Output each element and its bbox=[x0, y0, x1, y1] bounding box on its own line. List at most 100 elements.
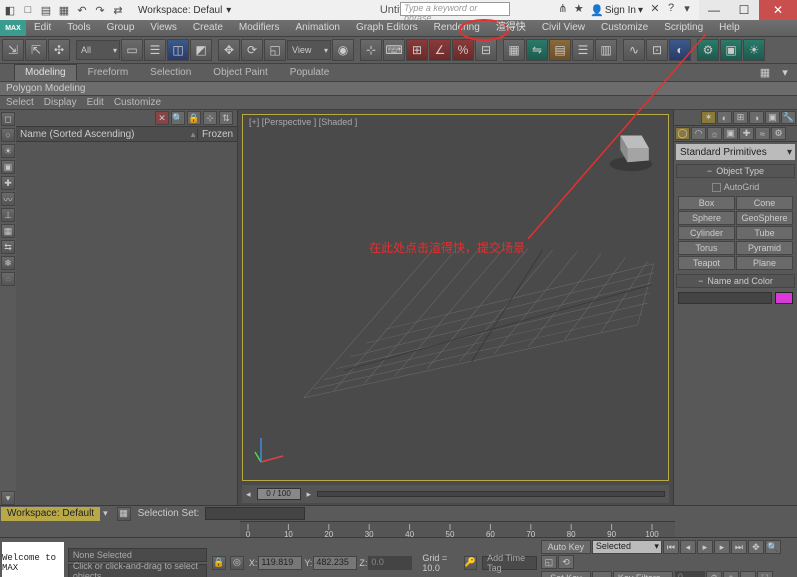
nav-max-icon[interactable]: ⛶ bbox=[757, 571, 773, 577]
ref-coord-dropdown[interactable]: View bbox=[287, 40, 331, 60]
ribbon-tab-selection[interactable]: Selection bbox=[139, 64, 202, 81]
filter-collapse-icon[interactable]: ▾ bbox=[1, 491, 15, 505]
menu-help[interactable]: Help bbox=[711, 20, 748, 36]
render-icon[interactable]: ☀ bbox=[743, 39, 765, 61]
layers-icon[interactable]: ☰ bbox=[572, 39, 594, 61]
menu-modifiers[interactable]: Modifiers bbox=[231, 20, 288, 36]
ribbon-tab-modeling[interactable]: Modeling bbox=[14, 64, 77, 81]
ribbon-tab-freeform[interactable]: Freeform bbox=[77, 64, 140, 81]
menu-animation[interactable]: Animation bbox=[287, 20, 347, 36]
primitive-box[interactable]: Box bbox=[678, 196, 735, 210]
time-readout[interactable]: 0 / 100 bbox=[257, 488, 301, 500]
filter-space-icon[interactable]: 〰 bbox=[1, 192, 15, 206]
primitive-geosphere[interactable]: GeoSphere bbox=[736, 211, 793, 225]
filter-hidden-icon[interactable]: ◌ bbox=[1, 272, 15, 286]
time-ruler[interactable]: 0102030405060708090100 bbox=[240, 521, 675, 537]
nav-zoom-icon[interactable]: 🔍 bbox=[765, 540, 781, 554]
select-region-icon[interactable]: ◫ bbox=[167, 39, 189, 61]
render-setup-icon[interactable]: ⚙ bbox=[697, 39, 719, 61]
filter-helper-icon[interactable]: ✚ bbox=[1, 176, 15, 190]
spinner-snap-icon[interactable]: ⊟ bbox=[475, 39, 497, 61]
auto-key-button[interactable]: Auto Key bbox=[541, 540, 591, 554]
primitive-tube[interactable]: Tube bbox=[736, 226, 793, 240]
modify-tab-icon[interactable]: ◐ bbox=[717, 111, 732, 124]
search-input[interactable]: Type a keyword or phrase bbox=[400, 2, 510, 16]
select-name-icon[interactable]: ☰ bbox=[144, 39, 166, 61]
nav-region-icon[interactable]: ▭ bbox=[740, 571, 756, 577]
sort-explorer-icon[interactable]: ⇅ bbox=[219, 111, 233, 125]
z-input[interactable]: 0.0 bbox=[368, 556, 412, 570]
scale-icon[interactable]: ◱ bbox=[264, 39, 286, 61]
window-crossing-icon[interactable]: ◩ bbox=[190, 39, 212, 61]
infocenter-icon[interactable]: ⋔ bbox=[555, 0, 571, 16]
goto-start-icon[interactable]: ⏮ bbox=[663, 540, 679, 554]
app-logo-icon[interactable]: MAX bbox=[0, 20, 26, 36]
display-tab-icon[interactable]: ▣ bbox=[765, 111, 780, 124]
menu-views[interactable]: Views bbox=[142, 20, 185, 36]
cameras-icon[interactable]: ▣ bbox=[723, 127, 738, 140]
open-icon[interactable]: ▤ bbox=[38, 2, 54, 18]
utilities-tab-icon[interactable]: 🔧 bbox=[781, 111, 796, 124]
menu-create[interactable]: Create bbox=[185, 20, 231, 36]
help-chevron-icon[interactable]: ▾ bbox=[679, 0, 695, 16]
viewport-perspective[interactable]: [+] [Perspective ] [Shaded ] bbox=[242, 114, 669, 481]
selection-filter-dropdown[interactable]: All bbox=[76, 40, 120, 60]
move-icon[interactable]: ✥ bbox=[218, 39, 240, 61]
undo-icon[interactable]: ↶ bbox=[74, 2, 90, 18]
curve-editor-icon[interactable]: ∿ bbox=[623, 39, 645, 61]
menu-tools[interactable]: Tools bbox=[59, 20, 98, 36]
category-dropdown[interactable]: Standard Primitives bbox=[676, 144, 795, 160]
shapes-icon[interactable]: ◠ bbox=[691, 127, 706, 140]
column-frozen[interactable]: Frozen bbox=[197, 129, 237, 140]
scene-menu-edit[interactable]: Edit bbox=[87, 97, 104, 108]
menu-graph-editors[interactable]: Graph Editors bbox=[348, 20, 426, 36]
minimize-button[interactable]: — bbox=[699, 0, 729, 20]
scene-menu-display[interactable]: Display bbox=[44, 97, 77, 108]
menu-edit[interactable]: Edit bbox=[26, 20, 59, 36]
filter-geom-icon[interactable]: ◻ bbox=[1, 112, 15, 126]
rotate-icon[interactable]: ⟳ bbox=[241, 39, 263, 61]
mirror-icon[interactable]: ⇋ bbox=[526, 39, 548, 61]
geometry-icon[interactable]: ◯ bbox=[675, 127, 690, 140]
selection-set-dropdown[interactable] bbox=[205, 507, 305, 520]
material-editor-icon[interactable]: ◐ bbox=[669, 39, 691, 61]
nav-orbit-icon[interactable]: ⟲ bbox=[558, 555, 574, 569]
create-tab-icon[interactable]: ✶ bbox=[701, 111, 716, 124]
link-icon[interactable]: ⇲ bbox=[2, 39, 24, 61]
time-track[interactable] bbox=[317, 491, 665, 497]
signin-button[interactable]: 👤 Sign In ▾ bbox=[587, 0, 647, 20]
workspace-indicator[interactable]: Workspace: Default bbox=[1, 507, 100, 521]
scene-menu-select[interactable]: Select bbox=[6, 97, 34, 108]
goto-end-icon[interactable]: ⏭ bbox=[731, 540, 747, 554]
save-icon[interactable]: ▦ bbox=[56, 2, 72, 18]
menu-rendering[interactable]: Rendering bbox=[426, 20, 488, 36]
keyboard-shortcut-icon[interactable]: ⌨ bbox=[383, 39, 405, 61]
exchange-icon[interactable]: ✕ bbox=[647, 0, 663, 16]
menu-渲得快[interactable]: 渲得快 bbox=[488, 20, 534, 36]
help-icon[interactable]: ? bbox=[663, 0, 679, 16]
filter-bone-icon[interactable]: ⊥ bbox=[1, 208, 15, 222]
select-icon[interactable]: ▭ bbox=[121, 39, 143, 61]
bind-icon[interactable]: ✣ bbox=[48, 39, 70, 61]
filter-camera-icon[interactable]: ▣ bbox=[1, 160, 15, 174]
snap-toggle-icon[interactable]: ⊞ bbox=[406, 39, 428, 61]
primitive-cylinder[interactable]: Cylinder bbox=[678, 226, 735, 240]
motion-tab-icon[interactable]: ◑ bbox=[749, 111, 764, 124]
time-slider[interactable]: ◂ 0 / 100 ▸ bbox=[242, 485, 669, 503]
rendered-frame-icon[interactable]: ▣ bbox=[720, 39, 742, 61]
filter-group-icon[interactable]: ▦ bbox=[1, 224, 15, 238]
object-color-swatch[interactable] bbox=[775, 292, 793, 304]
isolate-icon[interactable]: ◎ bbox=[230, 556, 244, 570]
autogrid-checkbox[interactable]: AutoGrid bbox=[674, 180, 797, 194]
key-mode-icon[interactable]: ⌕ bbox=[592, 571, 612, 577]
angle-snap-icon[interactable]: ∠ bbox=[429, 39, 451, 61]
primitive-torus[interactable]: Torus bbox=[678, 241, 735, 255]
app-menu-icon[interactable]: ◧ bbox=[2, 2, 18, 18]
close-explorer-icon[interactable]: ✕ bbox=[155, 111, 169, 125]
nav-pan-icon[interactable]: ✥ bbox=[748, 540, 764, 554]
current-frame-input[interactable]: 0 bbox=[675, 571, 705, 577]
primitive-plane[interactable]: Plane bbox=[736, 256, 793, 270]
manipulate-icon[interactable]: ⊹ bbox=[360, 39, 382, 61]
next-frame-icon[interactable]: ▸ bbox=[714, 540, 730, 554]
menu-customize[interactable]: Customize bbox=[593, 20, 656, 36]
